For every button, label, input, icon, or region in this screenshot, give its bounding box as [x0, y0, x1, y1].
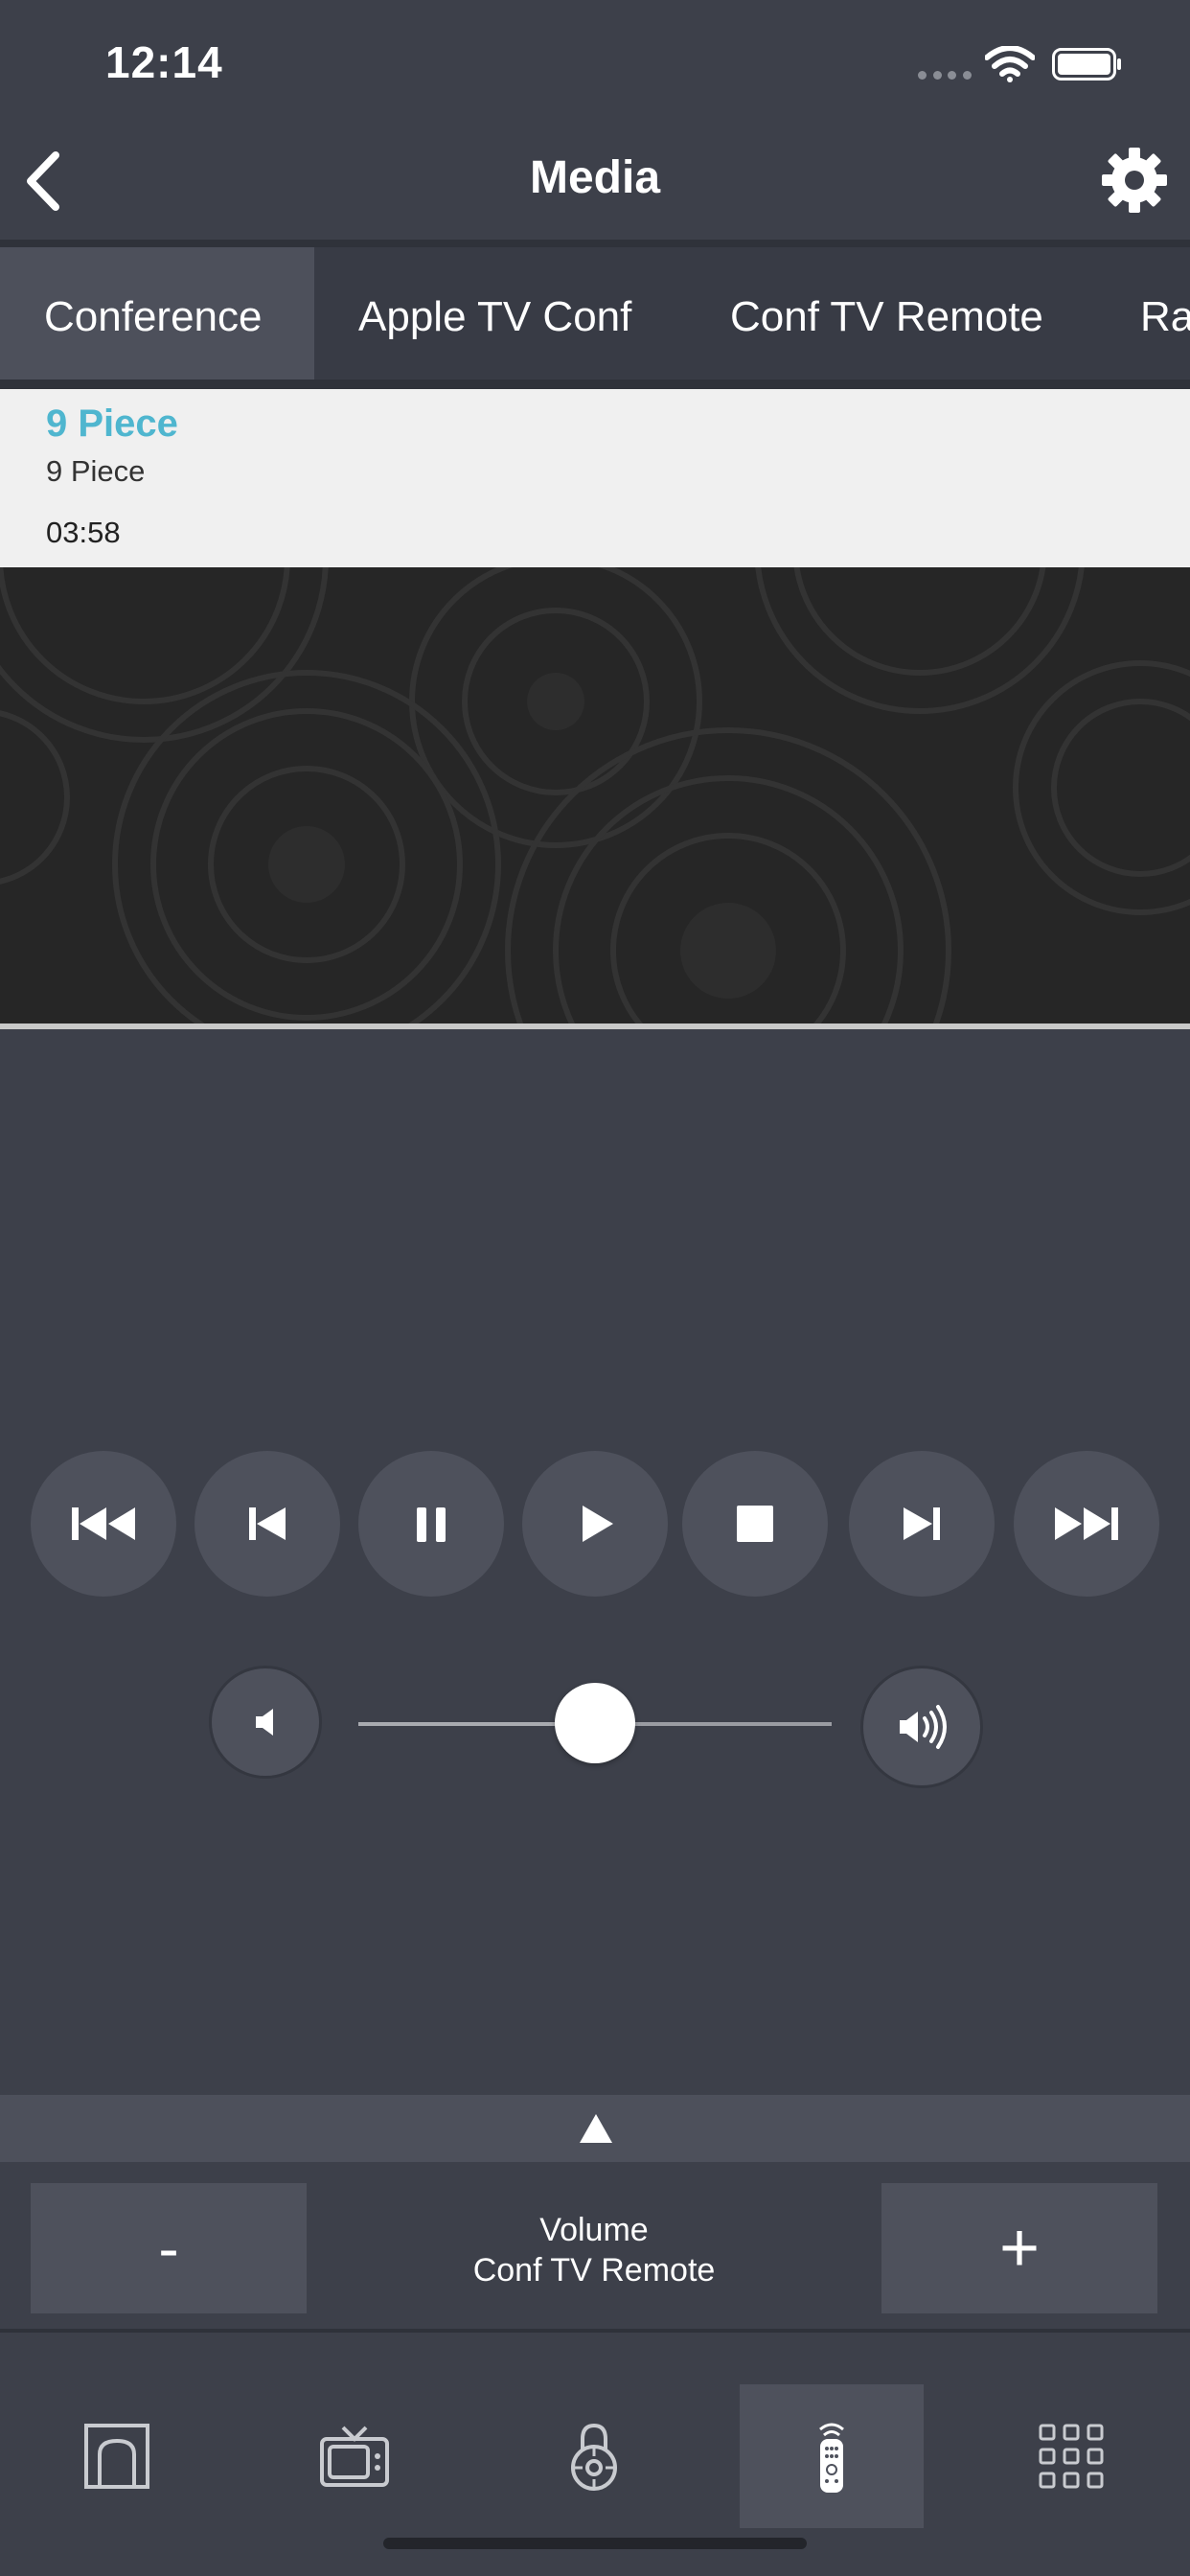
- collapse-handle[interactable]: [0, 2095, 1190, 2162]
- status-bar: 12:14: [0, 0, 1190, 125]
- stop-icon: [737, 1506, 773, 1542]
- home-indicator: [383, 2538, 807, 2549]
- gear-icon: [1102, 148, 1167, 213]
- navigation-bar: Media: [0, 125, 1190, 242]
- divider: [0, 380, 1190, 389]
- tab-more[interactable]: [979, 2384, 1163, 2528]
- speaker-high-icon: [900, 1705, 947, 1749]
- page-title: Media: [529, 152, 661, 203]
- volume-plus-button[interactable]: +: [881, 2183, 1157, 2313]
- volume-label-line2: Conf TV Remote: [472, 2252, 716, 2288]
- volume-label: Volume Conf TV Remote: [307, 2210, 881, 2290]
- settings-button[interactable]: [1098, 144, 1171, 217]
- volume-panel: - Volume Conf TV Remote +: [0, 2162, 1190, 2333]
- stop-button[interactable]: [682, 1451, 828, 1597]
- volume-minus-button[interactable]: -: [31, 2183, 307, 2313]
- speakers-image: [0, 567, 1190, 1024]
- volume-label-line1: Volume: [539, 2212, 649, 2248]
- tv-icon: [320, 2426, 389, 2487]
- tab-tv[interactable]: [263, 2384, 446, 2528]
- volume-slider-thumb[interactable]: [555, 1683, 635, 1763]
- pause-button[interactable]: [358, 1451, 504, 1597]
- fast-forward-button[interactable]: [1014, 1451, 1159, 1597]
- progress-divider: [0, 1024, 1190, 1029]
- skip-next-icon: [904, 1507, 940, 1540]
- speaker-low-icon: [256, 1709, 273, 1736]
- tab-conference[interactable]: Conference: [0, 247, 314, 387]
- grid-icon: [1039, 2424, 1104, 2489]
- battery-icon: [1052, 48, 1121, 80]
- volume-up-button[interactable]: [860, 1666, 983, 1788]
- tab-remote[interactable]: [740, 2384, 924, 2528]
- album-artwork: [0, 567, 1190, 1024]
- play-icon: [583, 1506, 613, 1542]
- skip-previous-button[interactable]: [195, 1451, 340, 1597]
- play-button[interactable]: [522, 1451, 668, 1597]
- pause-icon: [417, 1507, 446, 1542]
- triangle-up-icon: [580, 2114, 612, 2143]
- signal-icon: [918, 71, 972, 80]
- track-duration: 03:58: [46, 516, 121, 549]
- tab-security[interactable]: [502, 2384, 686, 2528]
- fast-rewind-button[interactable]: [31, 1451, 176, 1597]
- now-playing-info: 9 Piece 9 Piece 03:58: [0, 389, 1190, 567]
- transport-controls: [0, 1451, 1190, 1597]
- divider: [0, 240, 1190, 247]
- wifi-icon: [985, 46, 1035, 82]
- status-time: 12:14: [105, 37, 223, 87]
- remote-icon: [819, 2423, 844, 2493]
- skip-previous-icon: [249, 1507, 286, 1540]
- tab-home[interactable]: [25, 2384, 209, 2528]
- fast-rewind-icon: [72, 1507, 135, 1540]
- skip-next-button[interactable]: [849, 1451, 995, 1597]
- track-title: 9 Piece: [46, 402, 178, 445]
- tab-conf-tv-remote[interactable]: Conf TV Remote: [730, 247, 1043, 387]
- tab-apple-tv-conf[interactable]: Apple TV Conf: [358, 247, 631, 387]
- source-tabs: Conference Apple TV Conf Conf TV Remote …: [0, 247, 1190, 387]
- fast-forward-icon: [1055, 1507, 1118, 1540]
- track-artist: 9 Piece: [46, 454, 146, 488]
- volume-down-button[interactable]: [209, 1666, 322, 1779]
- home-icon: [84, 2424, 149, 2489]
- lock-icon: [571, 2423, 617, 2491]
- tab-ra[interactable]: Ra: [1140, 247, 1190, 387]
